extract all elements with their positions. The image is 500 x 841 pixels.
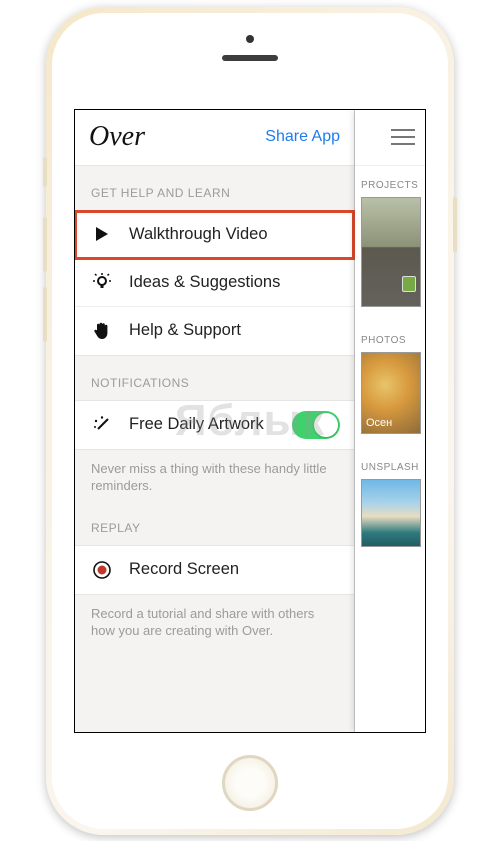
replay-desc: Record a tutorial and share with others … — [75, 595, 354, 646]
front-camera — [246, 35, 254, 43]
power-button — [453, 197, 457, 252]
record-icon — [89, 557, 115, 583]
share-app-button[interactable]: Share App — [265, 128, 340, 146]
notifications-desc: Never miss a thing with these handy litt… — [75, 450, 354, 501]
phone-frame: Over Share App GET HELP AND LEARN Walkth… — [46, 7, 454, 835]
app-logo: Over — [89, 121, 145, 153]
hamburger-icon[interactable] — [391, 129, 415, 145]
replay-item-group: Record Screen — [75, 545, 354, 595]
speaker-grille — [222, 55, 278, 61]
wand-icon — [89, 412, 115, 438]
menu-item-label: Record Screen — [129, 560, 239, 579]
menu-item-free-daily-artwork[interactable]: Free Daily Artwork — [75, 401, 354, 449]
drawer-header: Over Share App — [75, 110, 354, 166]
section-label-help: GET HELP AND LEARN — [75, 166, 354, 210]
mute-switch — [43, 157, 47, 187]
play-icon — [89, 221, 115, 247]
section-label-notifications: NOTIFICATIONS — [75, 356, 354, 400]
menu-item-record-screen[interactable]: Record Screen — [75, 546, 354, 594]
menu-item-label: Free Daily Artwork — [129, 415, 264, 434]
unsplash-thumbnail[interactable] — [361, 479, 421, 547]
peek-header — [355, 110, 425, 166]
project-thumbnail[interactable] — [361, 197, 421, 307]
volume-down — [43, 287, 47, 342]
help-item-group: Walkthrough Video — [75, 210, 354, 356]
toggle-free-daily-artwork[interactable] — [292, 411, 340, 439]
hand-icon — [89, 318, 115, 344]
peek-label-projects: PROJECTS — [355, 166, 425, 197]
menu-item-ideas-suggestions[interactable]: Ideas & Suggestions — [75, 259, 354, 307]
menu-item-label: Walkthrough Video — [129, 225, 268, 244]
photo-thumbnail[interactable] — [361, 352, 421, 434]
lightbulb-icon — [89, 269, 115, 295]
menu-item-walkthrough-video[interactable]: Walkthrough Video — [75, 211, 354, 259]
section-label-replay: REPLAY — [75, 501, 354, 545]
menu-item-label: Help & Support — [129, 321, 241, 340]
menu-item-label: Ideas & Suggestions — [129, 273, 280, 292]
screen: Over Share App GET HELP AND LEARN Walkth… — [74, 109, 426, 733]
peek-label-unsplash: UNSPLASH — [355, 434, 425, 479]
home-button[interactable] — [222, 755, 278, 811]
side-drawer: Over Share App GET HELP AND LEARN Walkth… — [75, 110, 355, 732]
main-content-peek: PROJECTS PHOTOS UNSPLASH — [355, 110, 425, 732]
menu-item-help-support[interactable]: Help & Support — [75, 307, 354, 355]
notifications-item-group: Free Daily Artwork — [75, 400, 354, 450]
peek-label-photos: PHOTOS — [355, 307, 425, 352]
volume-up — [43, 217, 47, 272]
